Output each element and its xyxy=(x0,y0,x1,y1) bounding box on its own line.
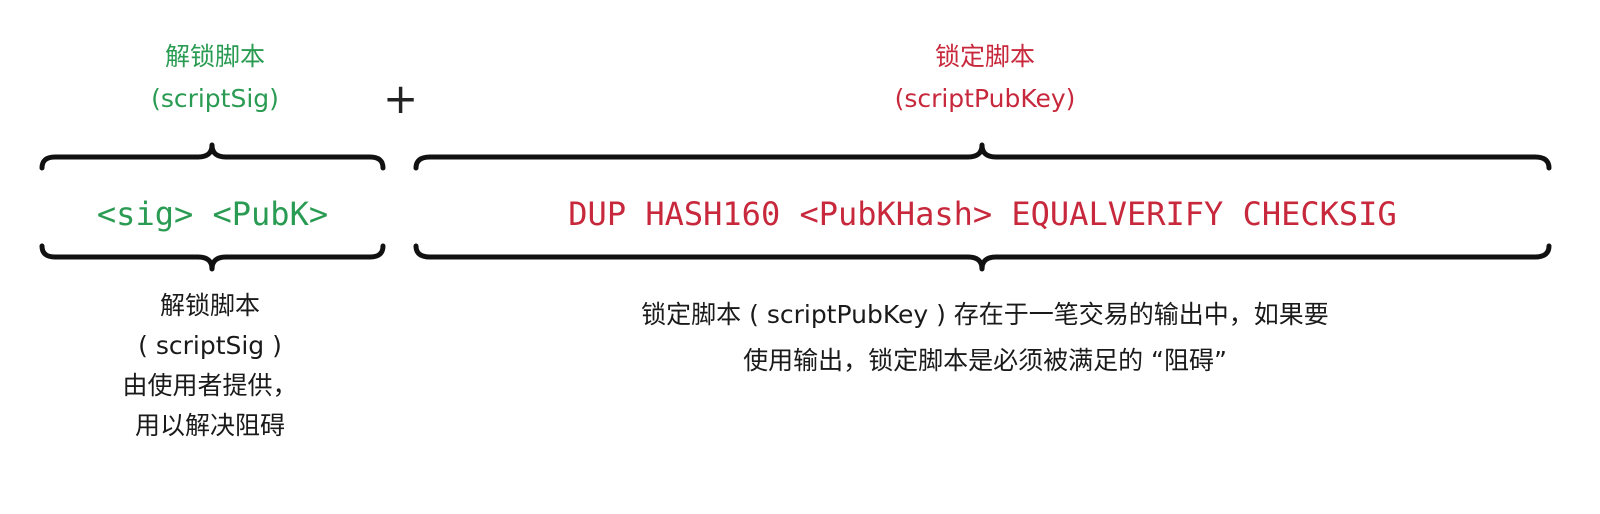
unlocking-description: 解锁脚本 ( scriptSig ) 由使用者提供， 用以解决阻碍 xyxy=(60,286,360,446)
unlocking-description-line: 由使用者提供， xyxy=(122,371,298,400)
locking-description-line: 使用输出，锁定脚本是必须被满足的 “阻碍” xyxy=(743,346,1227,375)
locking-description-line: 锁定脚本 ( scriptPubKey ) 存在于一笔交易的输出中，如果要 xyxy=(641,300,1329,329)
unlocking-description-line: 用以解决阻碍 xyxy=(134,411,285,440)
unlocking-description-line: ( scriptSig ) xyxy=(138,331,282,360)
unlocking-description-line: 解锁脚本 xyxy=(159,291,260,320)
locking-description: 锁定脚本 ( scriptPubKey ) 存在于一笔交易的输出中，如果要 使用… xyxy=(460,292,1510,384)
